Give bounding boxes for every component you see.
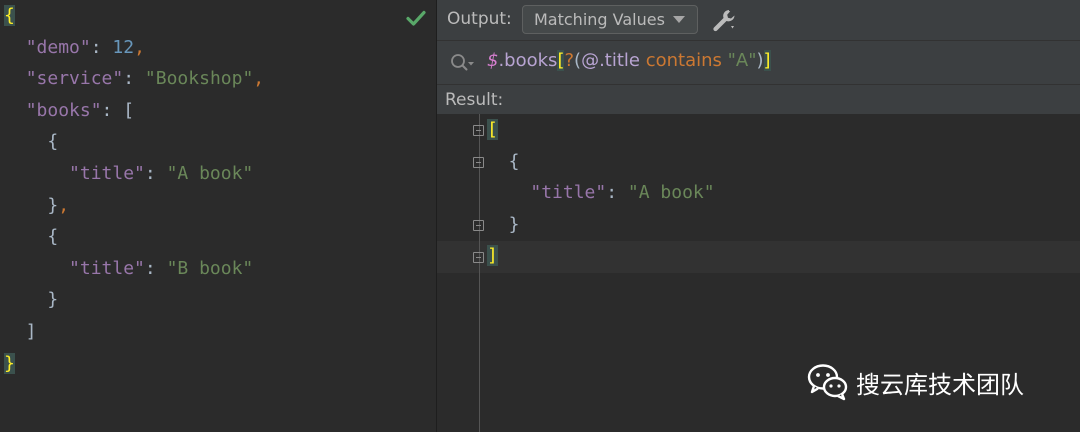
code-token: { — [4, 5, 15, 26]
jsonpath-query-row[interactable]: $.books[?(@.title contains "A")] — [437, 40, 1080, 84]
code-token: : — [606, 182, 628, 203]
code-token: , — [134, 36, 145, 58]
code-token: "title" — [69, 257, 145, 279]
code-token: [ — [487, 119, 498, 140]
code-token: ] — [487, 245, 498, 266]
code-line: } — [4, 284, 58, 315]
code-token: } — [4, 352, 15, 374]
code-token: ? — [564, 50, 575, 71]
output-toolbar: Output: Matching Values — [437, 0, 1080, 40]
code-line: ] — [4, 316, 37, 347]
code-token: : — [90, 36, 113, 58]
check-icon — [406, 10, 426, 26]
code-token: , — [253, 68, 265, 90]
result-line: { — [487, 146, 520, 178]
code-token: "A book" — [166, 163, 254, 184]
code-token: "Bookshop" — [144, 68, 254, 90]
code-token: "books" — [25, 99, 102, 121]
result-line: } — [487, 209, 520, 241]
code-token: ] — [763, 50, 771, 71]
code-token: "A book" — [627, 182, 715, 203]
code-line: }, — [4, 190, 69, 221]
code-line: { — [4, 221, 58, 252]
code-token: "service" — [25, 68, 124, 90]
wechat-icon — [807, 364, 848, 401]
result-label: Result: — [445, 90, 504, 110]
result-line: ] — [487, 240, 498, 272]
code-token: $ — [487, 50, 499, 71]
code-line: "title": "A book" — [4, 158, 253, 189]
code-token: "title" — [69, 163, 145, 184]
code-line: { — [4, 126, 58, 157]
code-token: ] — [4, 321, 37, 342]
code-line: "service": "Bookshop", — [4, 63, 264, 94]
fold-collapse-icon[interactable] — [473, 125, 484, 136]
code-token: "demo" — [25, 36, 91, 58]
output-label: Output: — [447, 9, 512, 29]
code-token: { — [487, 150, 520, 172]
code-token: : — [144, 257, 167, 279]
code-line: "demo": 12, — [4, 32, 145, 63]
code-token: .books — [498, 50, 558, 71]
code-token: "A" — [727, 50, 757, 71]
code-token: } — [4, 289, 59, 311]
wrench-icon[interactable] — [709, 7, 739, 33]
code-token: : — [144, 163, 167, 184]
code-token: ) — [756, 50, 764, 71]
code-line: "title": "B book" — [4, 253, 253, 284]
code-token: @.title — [581, 50, 640, 71]
output-mode-dropdown[interactable]: Matching Values — [522, 5, 698, 34]
code-token: contains — [639, 50, 728, 71]
result-header: Result: — [437, 84, 1080, 114]
code-token: "title" — [530, 182, 607, 203]
result-line: [ — [487, 114, 498, 146]
caret-line-highlight — [437, 241, 1080, 273]
fold-expand-end-icon[interactable] — [473, 252, 484, 263]
code-token: { — [4, 226, 59, 248]
code-line: } — [4, 348, 15, 379]
code-line: "books": [ — [4, 95, 134, 126]
chevron-down-icon — [673, 16, 685, 23]
code-token: ( — [574, 50, 582, 71]
output-mode-value: Matching Values — [534, 10, 665, 29]
code-token: 12 — [112, 36, 135, 58]
jsonpath-query-input[interactable]: $.books[?(@.title contains "A")] — [487, 49, 771, 73]
code-token: : — [123, 68, 145, 90]
code-token: { — [4, 131, 59, 153]
code-line: { — [4, 0, 15, 31]
fold-expand-end-icon[interactable] — [473, 220, 484, 231]
code-token: , — [58, 194, 70, 216]
watermark-text: 搜云库技术团队 — [856, 370, 1024, 399]
code-token: } — [487, 213, 520, 235]
code-token: } — [4, 194, 59, 216]
watermark: 搜云库技术团队 — [806, 362, 1024, 402]
fold-collapse-icon[interactable] — [473, 157, 484, 168]
code-token: : [ — [101, 99, 135, 121]
code-token: "B book" — [166, 257, 254, 279]
json-editor[interactable]: { "demo": 12, "service": "Bookshop", "bo… — [0, 0, 436, 432]
result-line: "title": "A book" — [487, 177, 715, 209]
search-icon[interactable] — [449, 52, 475, 74]
